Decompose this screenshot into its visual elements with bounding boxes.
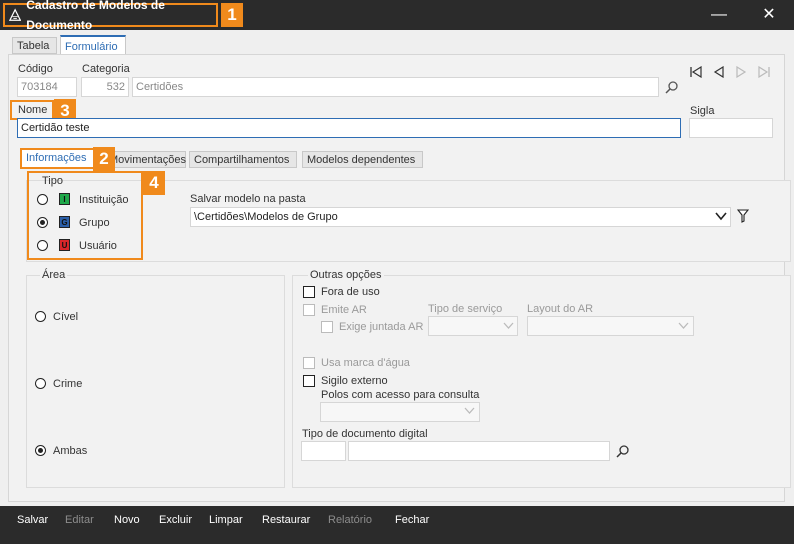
polos-select[interactable] (320, 402, 480, 422)
usuario-icon: U (59, 239, 70, 251)
tipo-label: Tipo (42, 175, 63, 187)
sigilo-externo-label: Sigilo externo (321, 375, 388, 387)
limpar-button[interactable]: Limpar (209, 514, 243, 526)
tab-movimentacoes[interactable]: Movimentações (104, 151, 186, 168)
outras-label: Outras opções (308, 269, 384, 281)
tipo-documento-codigo-field[interactable] (301, 441, 346, 461)
tab-tabela[interactable]: Tabela (12, 37, 57, 54)
grupo-icon: G (59, 216, 70, 228)
callout-2: 2 (93, 147, 115, 171)
restaurar-button[interactable]: Restaurar (262, 514, 310, 526)
editar-button[interactable]: Editar (65, 514, 94, 526)
tipo-instituicao-radio[interactable] (37, 194, 48, 205)
instituicao-icon: I (59, 193, 70, 205)
categoria-search-icon[interactable] (665, 80, 679, 94)
fora-de-uso-checkbox[interactable] (303, 286, 315, 298)
novo-button[interactable]: Novo (114, 514, 140, 526)
salvar-button[interactable]: Salvar (17, 514, 48, 526)
usa-marca-dagua-label: Usa marca d'água (321, 357, 410, 369)
categoria-name-field[interactable]: Certidões (132, 77, 659, 97)
minimize-button[interactable]: — (704, 0, 734, 30)
nome-input[interactable]: Certidão teste (17, 118, 681, 138)
tab-modelos-dependentes[interactable]: Modelos dependentes (302, 151, 423, 168)
pasta-select[interactable]: \Certidões\Modelos de Grupo (190, 207, 731, 227)
sigla-label: Sigla (690, 105, 715, 117)
area-crime-label: Crime (53, 378, 83, 390)
fechar-button[interactable]: Fechar (395, 514, 429, 526)
excluir-button[interactable]: Excluir (159, 514, 192, 526)
chevron-down-icon (678, 322, 689, 329)
categoria-code-field[interactable]: 532 (81, 77, 129, 97)
layout-ar-select[interactable] (527, 316, 694, 336)
area-label: Área (40, 269, 68, 281)
tab-informacoes[interactable]: Informações (20, 148, 95, 169)
tipo-documento-digital-label: Tipo de documento digital (302, 428, 428, 440)
next-record-icon[interactable] (735, 66, 747, 78)
emite-ar-label: Emite AR (321, 304, 367, 316)
last-record-icon[interactable] (757, 66, 771, 78)
tipo-usuario-radio[interactable] (37, 240, 48, 251)
layout-ar-label: Layout do AR (527, 303, 594, 315)
chevron-down-icon (464, 407, 475, 414)
tipo-servico-label: Tipo de serviço (428, 303, 503, 315)
exige-juntada-ar-label: Exige juntada AR (339, 321, 424, 333)
area-civel-label: Cível (53, 311, 79, 323)
area-crime-radio[interactable] (35, 378, 46, 389)
nome-label: Nome (18, 104, 48, 116)
callout-1: 1 (221, 3, 243, 27)
close-button[interactable]: ✕ (754, 0, 784, 30)
usa-marca-dagua-checkbox[interactable] (303, 357, 315, 369)
tipo-documento-search-icon[interactable] (616, 444, 630, 458)
chevron-down-icon (715, 212, 727, 221)
first-record-icon[interactable] (689, 66, 703, 78)
categoria-label: Categoria (82, 63, 130, 75)
tipo-grupo-label: Grupo (79, 217, 110, 229)
fora-de-uso-label: Fora de uso (321, 286, 380, 298)
folder-filter-icon[interactable] (737, 209, 749, 223)
tab-formulario[interactable]: Formulário (60, 35, 126, 55)
area-ambas-label: Ambas (53, 445, 88, 457)
area-ambas-radio[interactable] (35, 445, 46, 456)
window-title: Cadastro de Modelos de Documento (3, 0, 218, 32)
pasta-label: Salvar modelo na pasta (190, 193, 306, 205)
codigo-label: Código (18, 63, 53, 75)
tipo-instituicao-label: Instituição (79, 194, 129, 206)
chevron-down-icon (503, 322, 514, 329)
app-icon (9, 8, 22, 21)
sigla-input[interactable] (689, 118, 773, 138)
area-civel-radio[interactable] (35, 311, 46, 322)
tipo-usuario-label: Usuário (79, 240, 117, 252)
sigilo-externo-checkbox[interactable] (303, 375, 315, 387)
relatorio-button[interactable]: Relatório (328, 514, 372, 526)
previous-record-icon[interactable] (713, 66, 725, 78)
tab-compartilhamentos[interactable]: Compartilhamentos (189, 151, 297, 168)
emite-ar-checkbox[interactable] (303, 304, 315, 316)
tipo-documento-nome-field[interactable] (348, 441, 610, 461)
polos-label: Polos com acesso para consulta (321, 389, 480, 401)
callout-4: 4 (143, 171, 165, 195)
exige-juntada-ar-checkbox[interactable] (321, 321, 333, 333)
tipo-grupo-radio[interactable] (37, 217, 48, 228)
codigo-field[interactable]: 703184 (17, 77, 77, 97)
